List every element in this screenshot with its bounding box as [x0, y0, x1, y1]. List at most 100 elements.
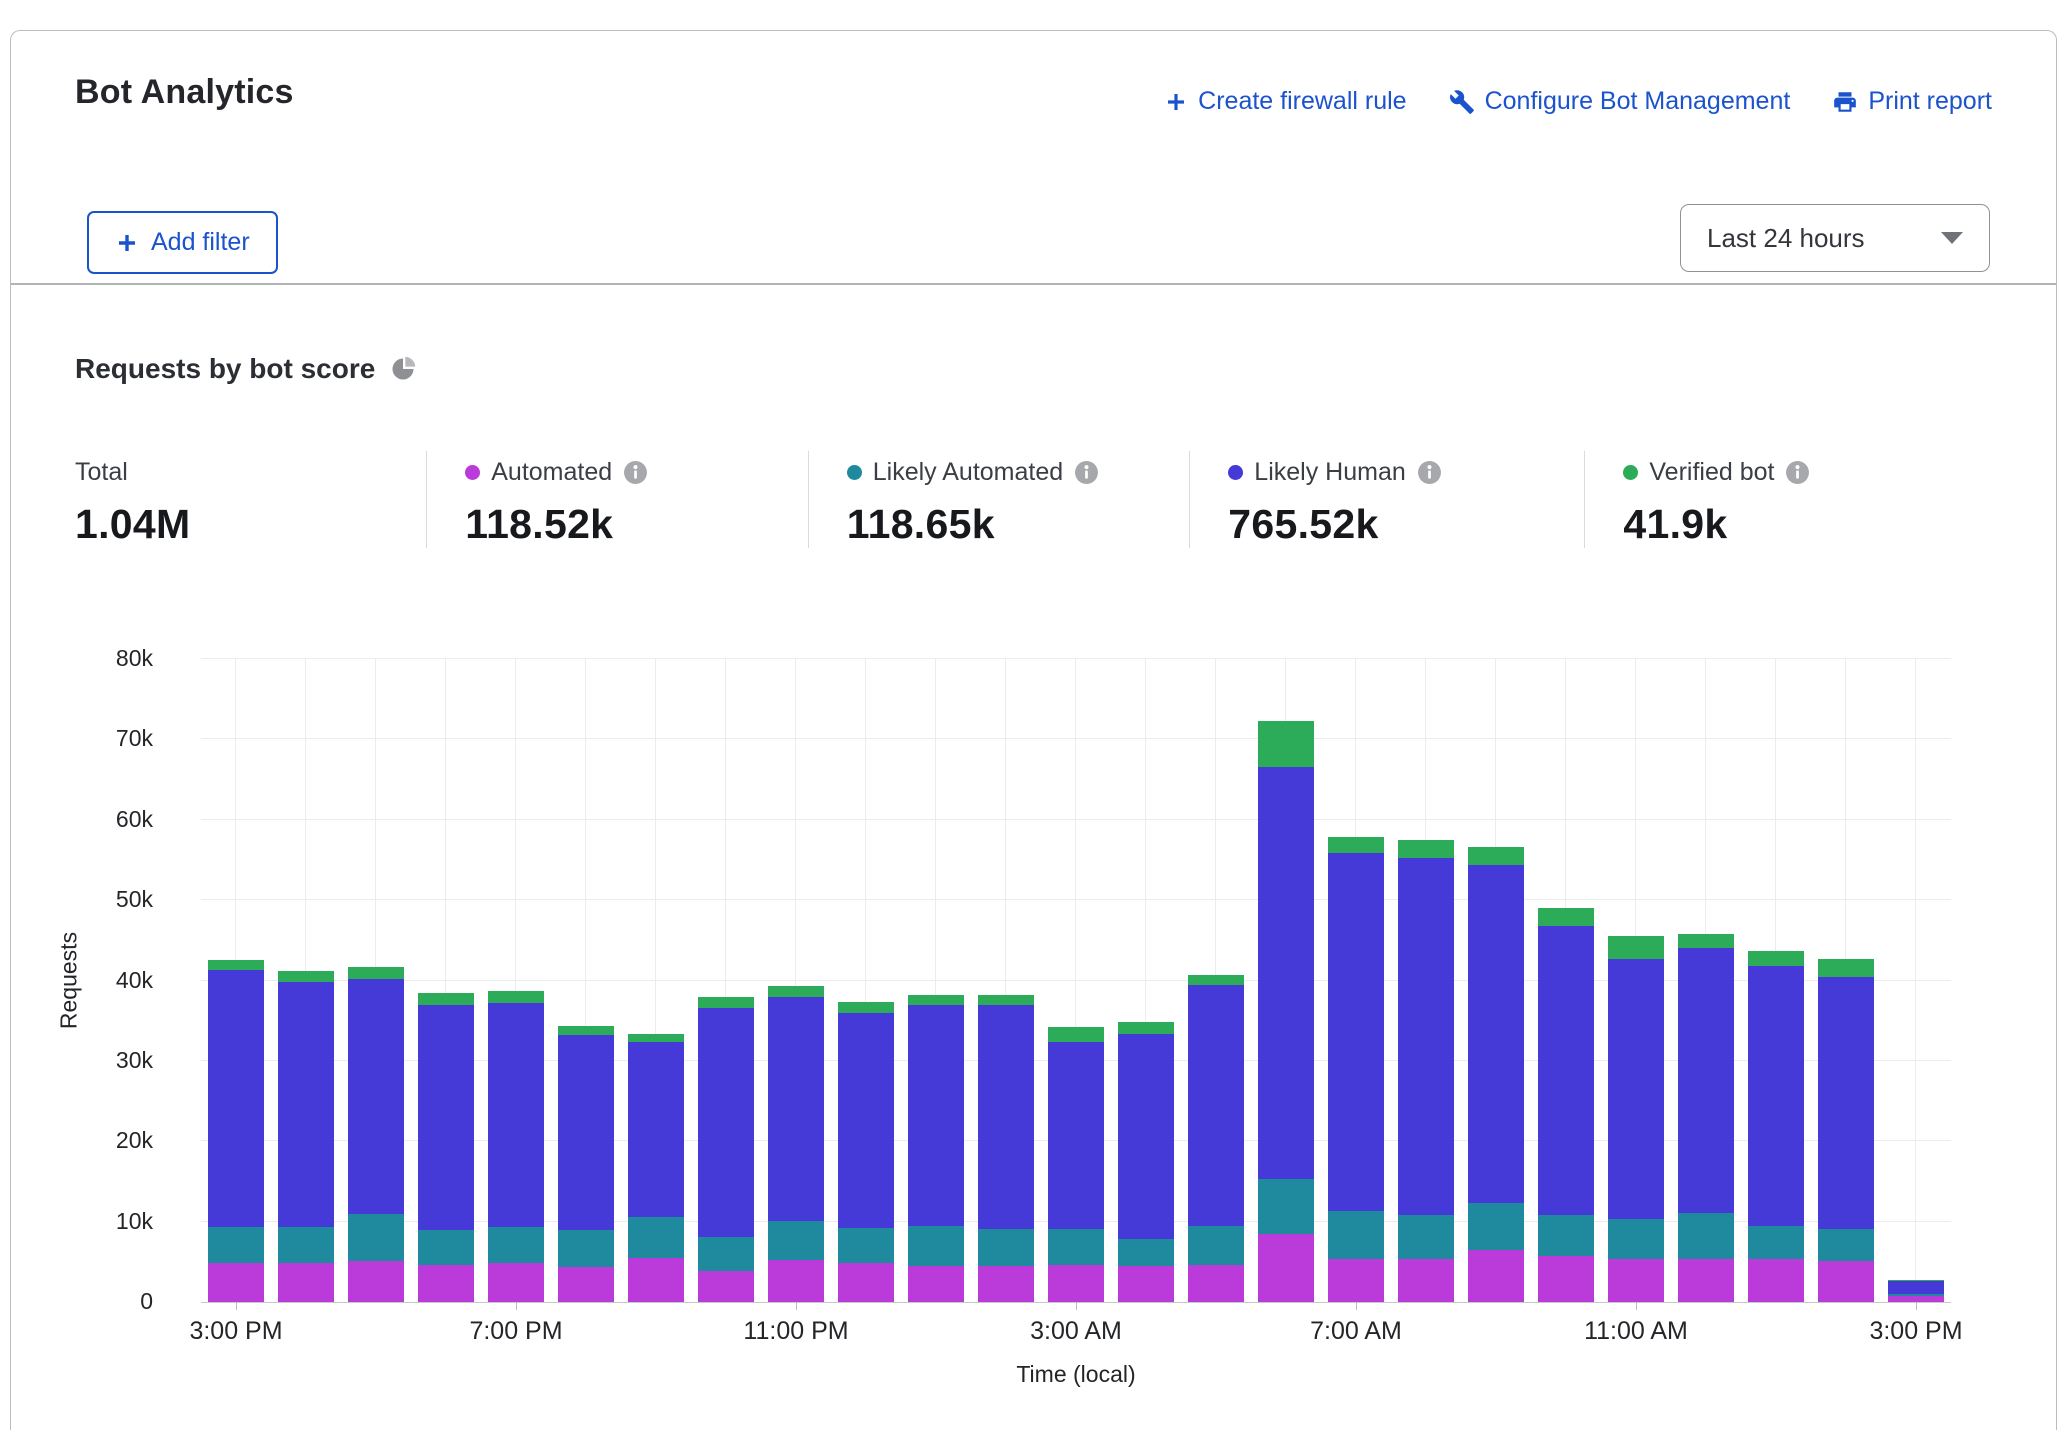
bar-segment-likely-automated[interactable]: [208, 1227, 264, 1263]
bar-segment-likely-human[interactable]: [488, 1003, 544, 1227]
bar-segment-likely-automated[interactable]: [1188, 1226, 1244, 1265]
bar-segment-automated[interactable]: [558, 1267, 614, 1302]
bar-segment-verified-bot[interactable]: [1818, 959, 1874, 977]
bar-segment-verified-bot[interactable]: [278, 971, 334, 982]
bar-segment-likely-human[interactable]: [1188, 985, 1244, 1227]
bar-segment-automated[interactable]: [418, 1265, 474, 1302]
bar-segment-verified-bot[interactable]: [1258, 721, 1314, 767]
stacked-bar-2-00-pm[interactable]: [1818, 959, 1874, 1302]
bar-segment-likely-human[interactable]: [1818, 977, 1874, 1229]
bar-segment-automated[interactable]: [838, 1263, 894, 1302]
stacked-bar-11-00-am[interactable]: [1608, 936, 1664, 1302]
info-icon[interactable]: [1785, 460, 1810, 485]
info-icon[interactable]: [1074, 460, 1099, 485]
bar-segment-automated[interactable]: [488, 1263, 544, 1302]
bar-segment-verified-bot[interactable]: [1538, 908, 1594, 926]
stacked-bar-3-00-am[interactable]: [1048, 1027, 1104, 1302]
info-icon[interactable]: [623, 460, 648, 485]
bar-segment-likely-automated[interactable]: [348, 1214, 404, 1261]
bar-segment-likely-automated[interactable]: [1818, 1229, 1874, 1261]
bar-segment-likely-human[interactable]: [1678, 948, 1734, 1212]
bar-segment-likely-human[interactable]: [1118, 1034, 1174, 1240]
stacked-bar-12-00-pm[interactable]: [1678, 934, 1734, 1302]
bar-segment-likely-human[interactable]: [908, 1005, 964, 1226]
bar-segment-likely-human[interactable]: [558, 1035, 614, 1230]
bar-segment-verified-bot[interactable]: [1398, 840, 1454, 858]
stacked-bar-1-00-am[interactable]: [908, 995, 964, 1302]
bar-segment-verified-bot[interactable]: [978, 995, 1034, 1005]
bar-segment-automated[interactable]: [1048, 1265, 1104, 1302]
bar-segment-automated[interactable]: [1678, 1259, 1734, 1302]
bar-segment-automated[interactable]: [628, 1258, 684, 1302]
bar-segment-likely-automated[interactable]: [838, 1228, 894, 1263]
bar-segment-automated[interactable]: [1328, 1259, 1384, 1302]
bar-segment-verified-bot[interactable]: [698, 997, 754, 1007]
bar-segment-likely-human[interactable]: [628, 1042, 684, 1217]
stacked-bar-12-00-am[interactable]: [838, 1002, 894, 1302]
bar-segment-verified-bot[interactable]: [418, 993, 474, 1005]
bar-segment-verified-bot[interactable]: [1678, 934, 1734, 948]
bar-segment-verified-bot[interactable]: [838, 1002, 894, 1013]
bar-segment-likely-automated[interactable]: [1048, 1229, 1104, 1265]
bar-segment-verified-bot[interactable]: [488, 991, 544, 1003]
bar-segment-verified-bot[interactable]: [768, 986, 824, 997]
bar-segment-likely-automated[interactable]: [698, 1237, 754, 1272]
bar-segment-automated[interactable]: [1608, 1259, 1664, 1302]
bar-segment-likely-human[interactable]: [418, 1005, 474, 1230]
bar-segment-likely-human[interactable]: [1608, 959, 1664, 1219]
bar-segment-likely-human[interactable]: [838, 1013, 894, 1228]
stacked-bar-3-00-pm[interactable]: [1888, 1280, 1944, 1302]
bar-segment-automated[interactable]: [348, 1261, 404, 1302]
stacked-bar-1-00-pm[interactable]: [1748, 951, 1804, 1302]
bar-segment-automated[interactable]: [698, 1271, 754, 1302]
bar-segment-likely-human[interactable]: [1048, 1042, 1104, 1228]
bar-segment-likely-human[interactable]: [768, 997, 824, 1220]
bar-segment-automated[interactable]: [1468, 1250, 1524, 1302]
bar-segment-likely-automated[interactable]: [908, 1226, 964, 1265]
stacked-bar-10-00-am[interactable]: [1538, 908, 1594, 1302]
print-report-link[interactable]: Print report: [1832, 87, 1992, 116]
bar-segment-likely-automated[interactable]: [1328, 1211, 1384, 1259]
bar-segment-likely-automated[interactable]: [418, 1230, 474, 1265]
bar-segment-likely-automated[interactable]: [1538, 1215, 1594, 1256]
stacked-bar-2-00-am[interactable]: [978, 995, 1034, 1302]
stacked-bar-3-00-pm[interactable]: [208, 960, 264, 1302]
stacked-bar-9-00-am[interactable]: [1468, 847, 1524, 1302]
stacked-bar-8-00-am[interactable]: [1398, 840, 1454, 1302]
stacked-bar-5-00-pm[interactable]: [348, 967, 404, 1302]
bar-segment-automated[interactable]: [978, 1266, 1034, 1302]
bar-segment-automated[interactable]: [1118, 1266, 1174, 1302]
bar-segment-automated[interactable]: [1818, 1261, 1874, 1302]
bar-segment-automated[interactable]: [908, 1266, 964, 1302]
bar-segment-verified-bot[interactable]: [1188, 975, 1244, 985]
stacked-bar-8-00-pm[interactable]: [558, 1026, 614, 1302]
bar-segment-likely-automated[interactable]: [628, 1217, 684, 1258]
bar-segment-automated[interactable]: [1188, 1265, 1244, 1302]
configure-bot-management-link[interactable]: Configure Bot Management: [1449, 87, 1791, 116]
bar-segment-likely-human[interactable]: [1538, 926, 1594, 1215]
bar-segment-likely-automated[interactable]: [1258, 1179, 1314, 1234]
bar-segment-likely-human[interactable]: [1328, 853, 1384, 1211]
stacked-bar-4-00-am[interactable]: [1118, 1022, 1174, 1302]
bar-segment-likely-human[interactable]: [1398, 858, 1454, 1216]
bar-segment-likely-human[interactable]: [1748, 966, 1804, 1226]
time-range-select[interactable]: Last 24 hours: [1680, 204, 1990, 272]
bar-segment-likely-human[interactable]: [698, 1008, 754, 1237]
bar-segment-likely-automated[interactable]: [278, 1227, 334, 1262]
bar-segment-likely-human[interactable]: [208, 970, 264, 1227]
bar-segment-likely-automated[interactable]: [1398, 1215, 1454, 1259]
bar-segment-verified-bot[interactable]: [908, 995, 964, 1005]
bar-segment-verified-bot[interactable]: [1748, 951, 1804, 966]
bar-segment-automated[interactable]: [208, 1263, 264, 1302]
bar-segment-likely-automated[interactable]: [1468, 1203, 1524, 1250]
bar-segment-likely-human[interactable]: [1888, 1281, 1944, 1294]
bar-segment-likely-automated[interactable]: [558, 1230, 614, 1267]
stacked-bar-10-00-pm[interactable]: [698, 997, 754, 1302]
bar-segment-verified-bot[interactable]: [348, 967, 404, 979]
bar-segment-verified-bot[interactable]: [1608, 936, 1664, 959]
bar-segment-likely-automated[interactable]: [978, 1229, 1034, 1266]
bar-segment-automated[interactable]: [1398, 1259, 1454, 1302]
create-firewall-rule-link[interactable]: Create firewall rule: [1164, 87, 1406, 116]
bar-segment-likely-automated[interactable]: [1678, 1213, 1734, 1259]
bar-segment-verified-bot[interactable]: [1048, 1027, 1104, 1042]
